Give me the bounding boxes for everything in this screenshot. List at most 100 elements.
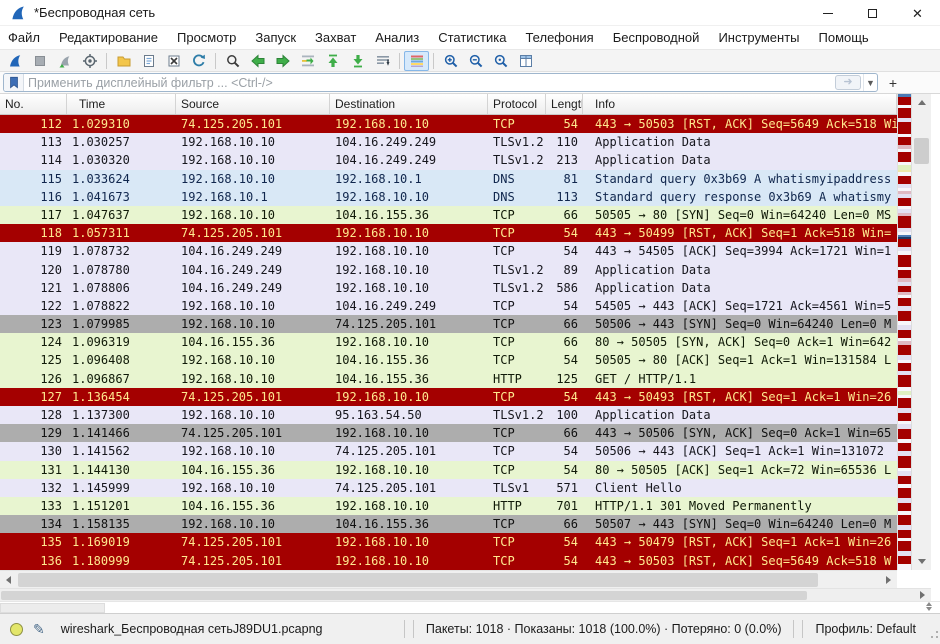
menu-item-wireless[interactable]: Беспроводной [613, 30, 700, 45]
horizontal-scrollbar-2-thumb[interactable] [1, 591, 807, 600]
packet-row-130[interactable]: 1301.141562192.168.10.1074.125.205.101TC… [0, 442, 897, 460]
packet-row-131[interactable]: 1311.144130104.16.155.36192.168.10.10TCP… [0, 461, 897, 479]
vertical-scrollbar-thumb[interactable] [914, 138, 929, 164]
menu-item-help[interactable]: Помощь [819, 30, 869, 45]
save-file-button[interactable] [136, 51, 161, 71]
packet-row-120[interactable]: 1201.078780104.16.249.249192.168.10.10TL… [0, 261, 897, 279]
packet-row-125[interactable]: 1251.096408192.168.10.10104.16.155.36TCP… [0, 351, 897, 369]
cell-dst: 104.16.249.249 [330, 151, 488, 169]
packet-row-134[interactable]: 1341.158135192.168.10.10104.16.155.36TCP… [0, 515, 897, 533]
scroll-left-button[interactable] [0, 571, 17, 588]
capture-comment-icon[interactable]: ✎ [33, 621, 45, 638]
last-packet-button[interactable] [345, 51, 370, 71]
packet-row-121[interactable]: 1211.078806104.16.249.249192.168.10.10TL… [0, 279, 897, 297]
menu-item-view[interactable]: Просмотр [177, 30, 236, 45]
stop-capture-button[interactable] [27, 51, 52, 71]
horizontal-scrollbar-1-thumb[interactable] [18, 573, 818, 587]
packet-row-126[interactable]: 1261.096867192.168.10.10104.16.155.36HTT… [0, 370, 897, 388]
resize-columns-button[interactable] [513, 51, 538, 71]
packet-row-117[interactable]: 1171.047637192.168.10.10104.16.155.36TCP… [0, 206, 897, 224]
open-file-button[interactable] [111, 51, 136, 71]
packet-row-114[interactable]: 1141.030320192.168.10.10104.16.249.249TL… [0, 151, 897, 169]
horizontal-scrollbar-2[interactable] [0, 588, 931, 601]
column-header-source[interactable]: Source [176, 94, 330, 114]
scroll-up-button[interactable] [912, 94, 931, 111]
cell-time: 1.078780 [67, 261, 176, 279]
cell-time: 1.078806 [67, 279, 176, 297]
column-header-protocol[interactable]: Protocol [488, 94, 546, 114]
find-packet-button[interactable] [220, 51, 245, 71]
restart-capture-button[interactable] [52, 51, 77, 71]
profile-label[interactable]: Профиль: Default [815, 622, 916, 636]
cell-info: 443 → 50499 [RST, ACK] Seq=1 Ack=518 Win… [583, 224, 897, 242]
column-header-destination[interactable]: Destination [330, 94, 488, 114]
menu-item-tools[interactable]: Инструменты [718, 30, 799, 45]
packet-row-123[interactable]: 1231.079985192.168.10.1074.125.205.101TC… [0, 315, 897, 333]
column-header-time[interactable]: Time [67, 94, 176, 114]
cell-info: 443 → 50479 [RST, ACK] Seq=1 Ack=1 Win=2… [583, 533, 897, 551]
minimize-button[interactable] [805, 0, 850, 26]
cell-no: 126 [0, 370, 67, 388]
packet-row-129[interactable]: 1291.14146674.125.205.101192.168.10.10TC… [0, 424, 897, 442]
menu-item-file[interactable]: Файл [8, 30, 40, 45]
horizontal-scrollbar-1[interactable] [0, 570, 897, 588]
close-button[interactable]: ✕ [895, 0, 940, 26]
normal-size-button[interactable] [488, 51, 513, 71]
menu-item-edit[interactable]: Редактирование [59, 30, 158, 45]
close-file-button[interactable] [161, 51, 186, 71]
cell-src: 192.168.10.10 [176, 479, 330, 497]
scroll-right-button-2[interactable] [914, 589, 931, 601]
packet-row-127[interactable]: 1271.13645474.125.205.101192.168.10.10TC… [0, 388, 897, 406]
menu-item-capture[interactable]: Захват [315, 30, 356, 45]
maximize-button[interactable] [850, 0, 895, 26]
first-packet-button[interactable] [320, 51, 345, 71]
column-header-no[interactable]: No. [0, 94, 67, 114]
packet-row-124[interactable]: 1241.096319104.16.155.36192.168.10.10TCP… [0, 333, 897, 351]
packet-row-136[interactable]: 1361.18099974.125.205.101192.168.10.10TC… [0, 552, 897, 570]
packet-row-135[interactable]: 1351.16901974.125.205.101192.168.10.10TC… [0, 533, 897, 551]
cell-proto: HTTP [488, 497, 546, 515]
column-header-info[interactable]: Info [583, 94, 897, 114]
next-packet-button[interactable] [270, 51, 295, 71]
packet-row-119[interactable]: 1191.078732104.16.249.249192.168.10.10TC… [0, 242, 897, 260]
last-packet-icon [350, 53, 366, 69]
menu-item-analyze[interactable]: Анализ [375, 30, 419, 45]
packet-row-118[interactable]: 1181.05731174.125.205.101192.168.10.10TC… [0, 224, 897, 242]
menu-item-go[interactable]: Запуск [255, 30, 296, 45]
auto-scroll-button[interactable] [370, 51, 395, 71]
pane-spinner[interactable] [926, 602, 932, 611]
filter-history-dropdown[interactable]: ▼ [863, 74, 877, 91]
packet-row-122[interactable]: 1221.078822192.168.10.10104.16.249.249TC… [0, 297, 897, 315]
packet-row-113[interactable]: 1131.030257192.168.10.10104.16.249.249TL… [0, 133, 897, 151]
filter-bookmark-button[interactable] [4, 74, 24, 91]
packet-row-116[interactable]: 1161.041673192.168.10.1192.168.10.10DNS1… [0, 188, 897, 206]
menu-item-statistics[interactable]: Статистика [438, 30, 506, 45]
cell-no: 118 [0, 224, 67, 242]
display-filter-input[interactable] [24, 76, 835, 90]
previous-packet-button[interactable] [245, 51, 270, 71]
cell-time: 1.047637 [67, 206, 176, 224]
capture-options-button[interactable] [77, 51, 102, 71]
menu-item-telephony[interactable]: Телефония [525, 30, 593, 45]
packet-row-128[interactable]: 1281.137300192.168.10.1095.163.54.50TLSv… [0, 406, 897, 424]
cell-no: 123 [0, 315, 67, 333]
zoom-in-button[interactable] [438, 51, 463, 71]
start-capture-button[interactable] [2, 51, 27, 71]
scroll-right-button[interactable] [880, 571, 897, 588]
packet-row-112[interactable]: 1121.02931074.125.205.101192.168.10.10TC… [0, 115, 897, 133]
packet-row-132[interactable]: 1321.145999192.168.10.1074.125.205.101TL… [0, 479, 897, 497]
packet-minimap[interactable] [897, 94, 911, 570]
reload-file-button[interactable] [186, 51, 211, 71]
colorize-button[interactable] [404, 51, 429, 71]
packet-row-133[interactable]: 1331.151201104.16.155.36192.168.10.10HTT… [0, 497, 897, 515]
zoom-out-button[interactable] [463, 51, 488, 71]
scroll-down-button[interactable] [912, 553, 931, 570]
apply-filter-button[interactable]: ➜ [835, 75, 861, 90]
expert-info-icon[interactable] [10, 623, 23, 636]
add-filter-button[interactable]: + [884, 74, 902, 92]
vertical-scrollbar[interactable] [911, 94, 931, 570]
resize-grip[interactable] [928, 628, 938, 638]
go-to-packet-button[interactable] [295, 51, 320, 71]
packet-row-115[interactable]: 1151.033624192.168.10.10192.168.10.1DNS8… [0, 170, 897, 188]
column-header-length[interactable]: Length [546, 94, 583, 114]
